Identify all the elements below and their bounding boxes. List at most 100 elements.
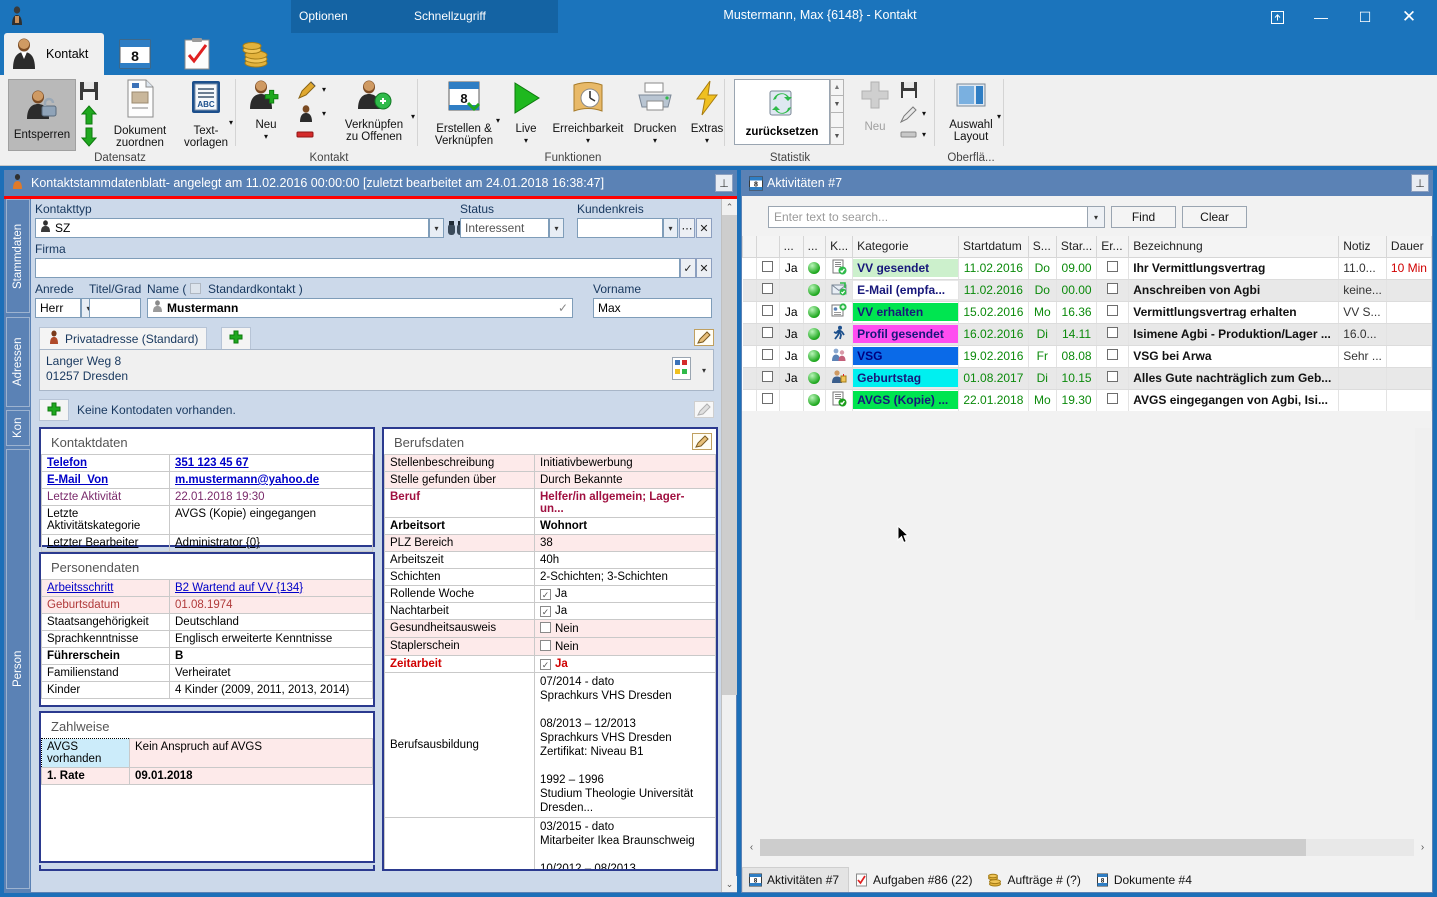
row-checkbox[interactable] <box>756 345 780 368</box>
text-vorlagen-button[interactable]: ABC Text- vorlagen ▾ <box>176 79 236 149</box>
chevron-down-icon[interactable]: ▾ <box>411 111 415 123</box>
scroll-up-button[interactable]: ⌃ <box>722 199 737 215</box>
table-row[interactable]: Zeitarbeit ✓ Ja <box>384 655 716 673</box>
kundenkreis-more-button[interactable]: ⋯ <box>679 218 695 238</box>
chevron-down-icon[interactable]: ▾ <box>705 135 709 147</box>
table-row[interactable]: Arbeitsschritt B2 Wartend auf VV {134} <box>41 579 373 597</box>
table-row[interactable]: Sprachkenntnisse Englisch erweiterte Kenn… <box>41 630 373 648</box>
col-startdatum[interactable]: Startdatum <box>958 236 1029 258</box>
col-check[interactable] <box>755 236 780 258</box>
col-dots1[interactable]: ... <box>778 236 804 258</box>
pin-icon[interactable]: ⊥ <box>1411 174 1429 192</box>
auswahl-layout-button[interactable]: Auswahl Layout ▾ <box>940 79 1002 143</box>
add-address-button[interactable] <box>221 327 251 349</box>
chevron-down-icon[interactable]: ▾ <box>653 135 657 147</box>
search-history-dropdown[interactable]: ▾ <box>1088 206 1105 228</box>
table-row[interactable]: Ja Geburtstag 01.08.2017 Di 10.15 Alles Gute … <box>742 367 1432 390</box>
pin-icon[interactable]: ⊥ <box>715 174 733 192</box>
statistik-spinner[interactable]: ▲ ▼ ▼ <box>830 79 844 145</box>
edit-address-button[interactable] <box>694 329 714 346</box>
sidebar-item-adressen[interactable]: Adressen <box>6 317 30 407</box>
col-er[interactable]: Er... <box>1096 236 1130 258</box>
google-maps-icon[interactable] <box>672 357 691 384</box>
statistik-save-button[interactable] <box>900 81 918 102</box>
table-row[interactable]: Beruf Helfer/in allgemein; Lager- un... <box>384 488 716 518</box>
table-row[interactable]: Stellenbeschreibung Initiativbewerbung <box>384 454 716 472</box>
tab-auftraege[interactable]: Aufträge # (?) <box>981 867 1089 892</box>
table-row[interactable]: Familienstand Verheiratet <box>41 664 373 682</box>
kontakttyp-dropdown[interactable]: ▾ <box>429 218 444 238</box>
chevron-down-icon[interactable]: ▾ <box>524 135 528 147</box>
address-box[interactable]: Langer Weg 8 01257 Dresden ▾ <box>39 349 714 391</box>
move-up-button[interactable] <box>80 105 98 128</box>
row-value-text[interactable]: B2 Wartend auf VV {134} <box>175 582 303 594</box>
activities-grid[interactable]: ... ... K... Kategorie Startdatum S... S… <box>742 236 1432 411</box>
table-row[interactable]: Letzter Bearbeiter Administrator {0} <box>41 534 373 552</box>
edit-bank-button[interactable] <box>694 401 714 418</box>
neu-kontakt-button[interactable]: Neu ▾ <box>246 79 286 143</box>
table-row[interactable]: Ja VV gesendet 11.02.2016 Do 09.00 Ihr Vermit… <box>742 257 1432 280</box>
table-row[interactable]: Letzte Aktivität 22.01.2018 19:30 <box>41 488 373 506</box>
chevron-down-icon[interactable]: ▾ <box>322 84 326 96</box>
col-bezeichnung[interactable]: Bezeichnung <box>1128 236 1340 258</box>
row-checkbox[interactable] <box>756 367 780 390</box>
find-button[interactable]: Find <box>1111 206 1176 228</box>
table-row[interactable]: 1. Rate 09.01.2018 <box>41 767 373 785</box>
col-dauer[interactable]: Dauer <box>1385 236 1432 258</box>
move-down-button[interactable] <box>80 127 98 150</box>
status-input[interactable]: Interessent <box>460 218 549 238</box>
zeitarbeit-checkbox[interactable]: ✓ <box>540 659 551 670</box>
tab-tasks-icon[interactable] <box>180 37 214 74</box>
erreichbarkeit-button[interactable]: Erreichbarkeit ▾ <box>549 79 627 147</box>
table-row[interactable]: Nachtarbeit ✓ Ja <box>384 602 716 620</box>
table-row[interactable]: AVGS vorhanden Kein Anspruch auf AVGS <box>41 738 373 768</box>
table-row[interactable]: AVGS (Kopie) ... 22.01.2018 Mo 19.30 AVGS ei… <box>742 389 1432 411</box>
table-row[interactable]: Führerschein B <box>41 647 373 665</box>
titel-input[interactable] <box>89 298 141 318</box>
tab-aufgaben[interactable]: Aufgaben #86 (22) <box>849 867 981 892</box>
drucken-button[interactable]: Drucken ▾ <box>629 79 681 147</box>
col-k[interactable]: K... <box>825 236 854 258</box>
row-value-text[interactable]: m.mustermann@yahoo.de <box>175 474 319 486</box>
row-expander[interactable] <box>742 345 757 368</box>
row-expander[interactable] <box>742 257 757 280</box>
restore-window-icon[interactable] <box>1255 4 1299 30</box>
row-er-checkbox[interactable] <box>1096 345 1130 368</box>
chevron-down-icon[interactable]: ▾ <box>229 117 233 129</box>
row-expander[interactable] <box>742 367 757 390</box>
col-expander[interactable] <box>742 236 757 258</box>
row-checkbox[interactable] <box>756 389 780 411</box>
chevron-down-icon[interactable]: ▾ <box>586 135 590 147</box>
tab-calendar-icon[interactable]: 8 <box>118 37 152 74</box>
kundenkreis-dropdown[interactable]: ▾ <box>663 218 678 238</box>
chevron-down-icon[interactable]: ▾ <box>322 108 326 120</box>
table-row[interactable]: Ja Profil gesendet 16.02.2016 Di 14.11 Isimen… <box>742 323 1432 346</box>
row-er-checkbox[interactable] <box>1096 279 1130 302</box>
statistik-erase-button[interactable]: ▾ <box>900 129 926 142</box>
staplerschein-checkbox[interactable] <box>540 640 551 651</box>
gesundheitsausweis-checkbox[interactable] <box>540 622 551 633</box>
close-button[interactable]: ✕ <box>1387 4 1431 30</box>
row-er-checkbox[interactable] <box>1096 323 1130 346</box>
sidebar-item-stammdaten[interactable]: Stammdaten <box>6 199 30 313</box>
row-key-text[interactable]: E-Mail_Von <box>47 474 108 486</box>
row-key-text[interactable]: Arbeitsschritt <box>47 582 113 594</box>
save-button[interactable] <box>79 81 99 104</box>
status-dropdown[interactable]: ▾ <box>549 218 564 238</box>
row-checkbox[interactable] <box>756 257 780 280</box>
table-row[interactable]: Stelle gefunden über Durch Bekannte <box>384 471 716 489</box>
dokument-zuordnen-button[interactable]: Dokument zuordnen <box>104 79 176 149</box>
vorname-input[interactable]: Max <box>593 298 712 318</box>
row-expander[interactable] <box>742 301 757 324</box>
kontakttyp-input[interactable]: SZ <box>35 218 429 238</box>
standardkontakt-checkbox[interactable] <box>189 283 201 294</box>
verknuepfen-zu-offenen-button[interactable]: Verknüpfen zu Offenen ▾ <box>330 79 418 143</box>
col-start[interactable]: Star... <box>1055 236 1098 258</box>
minimize-button[interactable]: — <box>1299 4 1343 30</box>
delete-kontakt-button[interactable] <box>296 129 314 142</box>
row-er-checkbox[interactable] <box>1096 389 1130 411</box>
table-row[interactable]: Arbeitszeit 40h <box>384 551 716 569</box>
table-row[interactable]: Ja VV erhalten 15.02.2016 Mo 16.36 Vermittlun… <box>742 301 1432 324</box>
firma-input[interactable] <box>35 258 680 278</box>
row-key-text[interactable]: Letzter Bearbeiter <box>47 537 138 549</box>
